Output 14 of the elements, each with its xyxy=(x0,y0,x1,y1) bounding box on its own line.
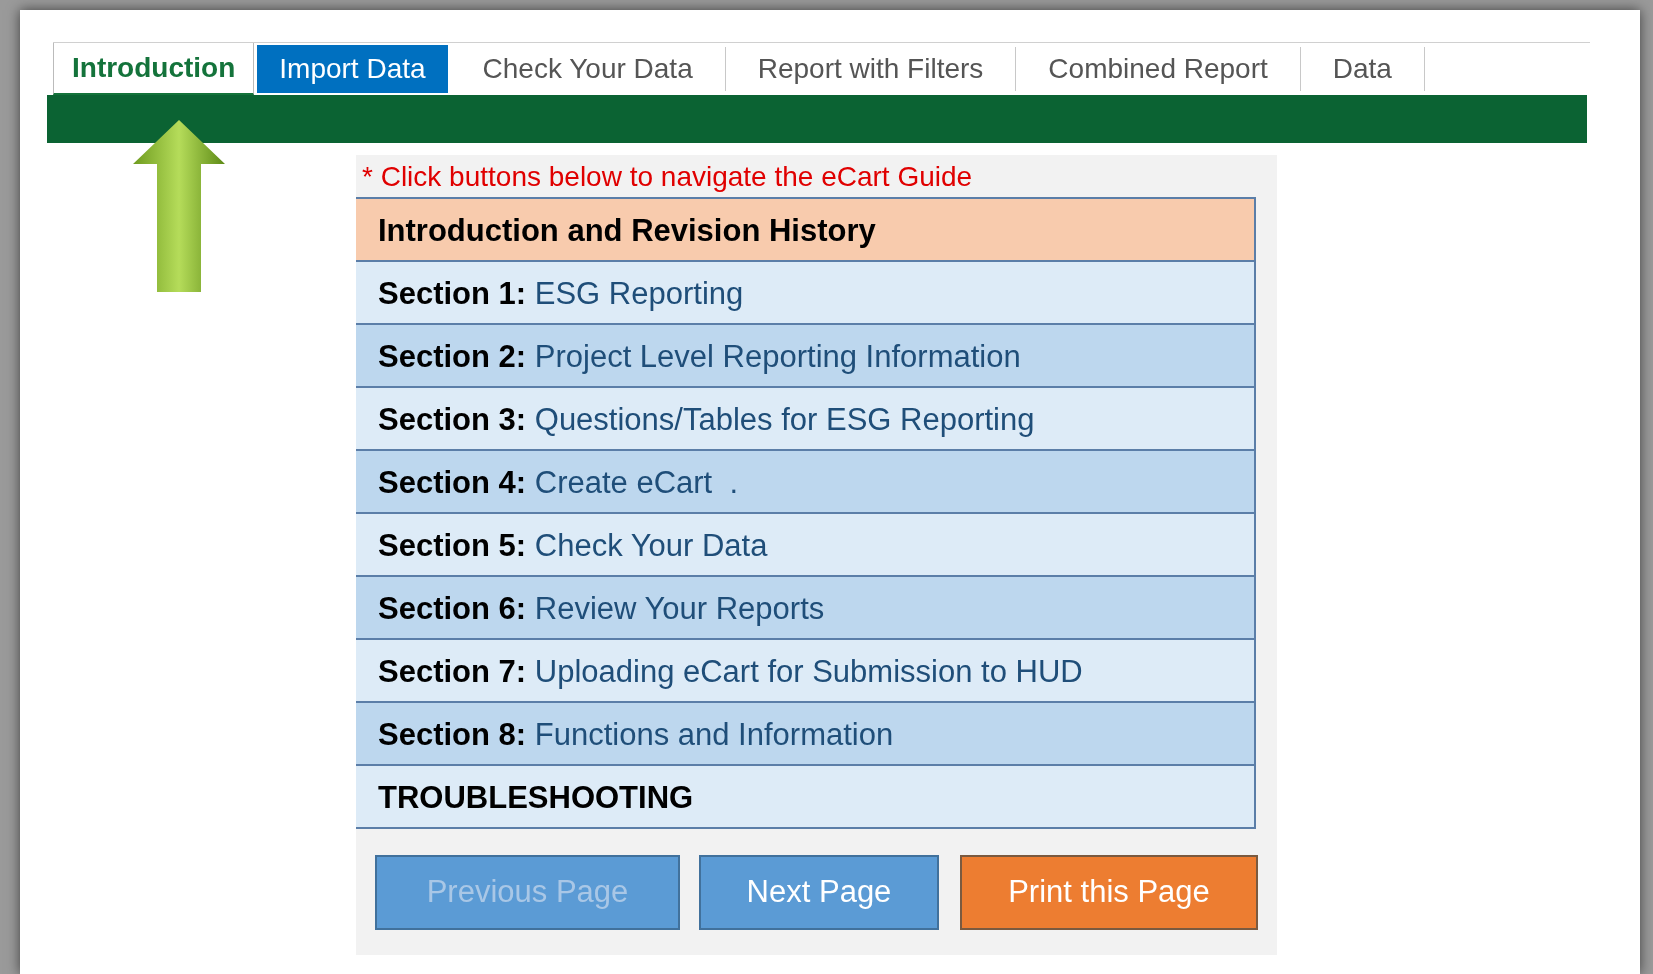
section-link[interactable]: Section 8: Functions and Information xyxy=(356,703,1256,766)
section-link[interactable]: Section 7: Uploading eCart for Submission to HUD xyxy=(356,640,1256,703)
sheet-tab[interactable]: Introduction xyxy=(53,43,255,95)
section-link[interactable]: Section 6: Review Your Reports xyxy=(356,577,1256,640)
section-link[interactable]: Section 3: Questions/Tables for ESG Reporting xyxy=(356,388,1256,451)
sheet-tab[interactable]: Import Data xyxy=(257,45,448,93)
section-link[interactable]: Section 1: ESG Reporting xyxy=(356,262,1256,325)
section-link[interactable]: Section 5: Check Your Data xyxy=(356,514,1256,577)
section-link[interactable]: Section 2: Project Level Reporting Information xyxy=(356,325,1256,388)
instruction-note: * Click buttons below to navigate the eCart Guide xyxy=(361,160,974,194)
up-arrow-icon xyxy=(133,120,225,292)
section-link[interactable]: Section 4: Create eCart . xyxy=(356,451,1256,514)
menu-item[interactable]: TROUBLESHOOTING xyxy=(356,766,1256,829)
menu-item[interactable]: Introduction and Revision History xyxy=(356,199,1256,262)
